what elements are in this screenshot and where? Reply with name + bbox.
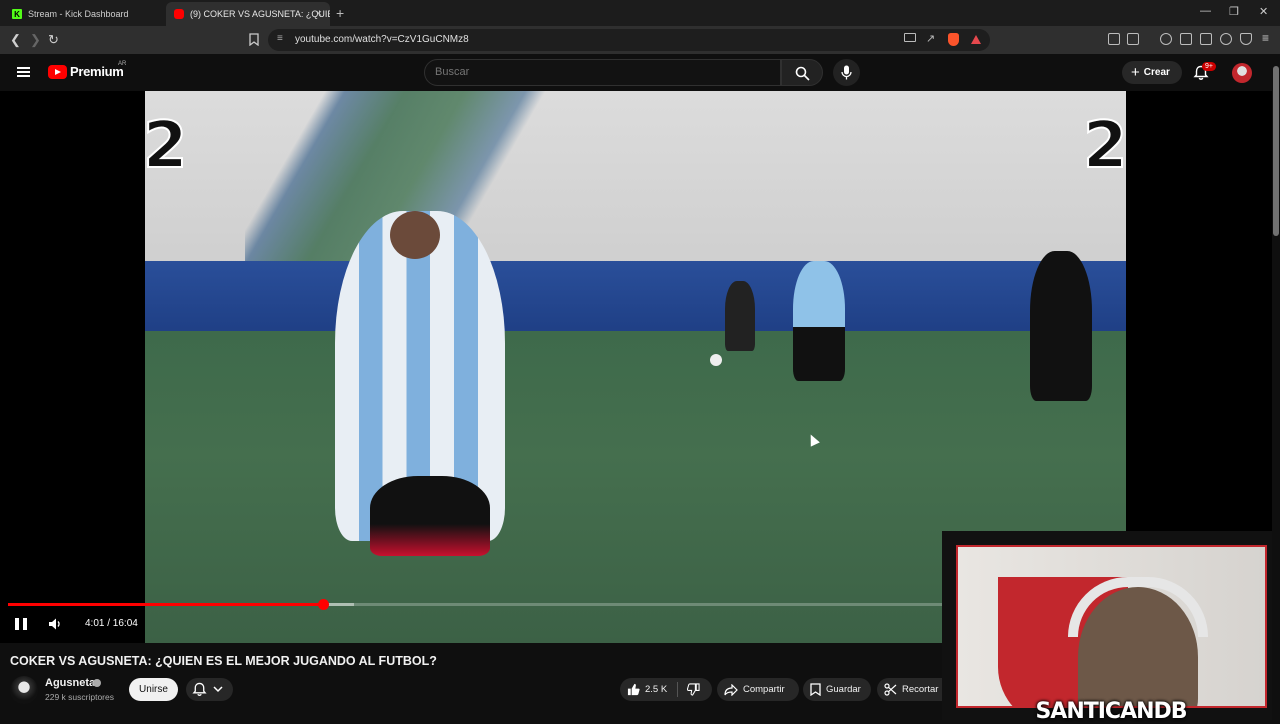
save-bookmark-icon bbox=[810, 683, 821, 696]
like-dislike-group: 2.5 K bbox=[620, 678, 712, 701]
tab-youtube-video[interactable]: (9) COKER VS AGUSNETA: ¿QUIEN × bbox=[166, 2, 330, 26]
player-black-shirt bbox=[1030, 251, 1092, 401]
youtube-header: Premium AR + Crear 9+ bbox=[0, 54, 1280, 91]
bookmark-icon[interactable] bbox=[249, 33, 259, 46]
bell-icon bbox=[192, 682, 207, 696]
search-input[interactable] bbox=[435, 66, 765, 78]
voice-search-button[interactable] bbox=[833, 59, 860, 86]
reload-icon[interactable]: ↻ bbox=[48, 32, 59, 48]
kick-icon: K bbox=[12, 9, 22, 19]
share-button[interactable]: Compartir bbox=[717, 678, 799, 701]
progress-scrubber[interactable] bbox=[317, 599, 329, 610]
brave-rewards-icon[interactable] bbox=[971, 35, 981, 44]
url-text: youtube.com/watch?v=CzV1GuCNMz8 bbox=[295, 34, 469, 45]
search-box[interactable] bbox=[424, 59, 781, 86]
account-avatar[interactable] bbox=[1232, 63, 1252, 83]
sidebar-icon[interactable] bbox=[1127, 33, 1139, 45]
like-divider bbox=[677, 682, 679, 697]
football bbox=[710, 354, 722, 366]
extensions-icon[interactable] bbox=[1108, 33, 1120, 45]
address-bar[interactable]: ≡ youtube.com/watch?v=CzV1GuCNMz8 ↗ bbox=[268, 29, 990, 51]
forward-icon[interactable]: ❯ bbox=[30, 32, 41, 48]
like-count[interactable]: 2.5 K bbox=[645, 684, 667, 695]
share-page-icon[interactable]: ↗ bbox=[926, 32, 935, 45]
pause-button[interactable] bbox=[15, 618, 27, 630]
plus-icon: + bbox=[1131, 64, 1140, 81]
channel-avatar[interactable] bbox=[10, 676, 38, 704]
hamburger-menu-icon[interactable] bbox=[17, 67, 30, 77]
browser-menu-icon[interactable]: ≡ bbox=[1262, 31, 1274, 45]
browser-toolbar: ❮ ❯ ↻ ≡ youtube.com/watch?v=CzV1GuCNMz8 … bbox=[0, 26, 1280, 54]
dislike-icon[interactable] bbox=[687, 683, 700, 696]
player-blue-shirt bbox=[793, 261, 845, 381]
new-tab-button[interactable]: + bbox=[336, 5, 344, 21]
save-label: Guardar bbox=[826, 684, 861, 695]
leo-ai-icon[interactable] bbox=[1220, 33, 1232, 45]
scrollbar-thumb[interactable] bbox=[1273, 66, 1279, 236]
notification-count-badge: 9+ bbox=[1202, 62, 1216, 71]
media-icon[interactable] bbox=[1160, 33, 1172, 45]
youtube-icon bbox=[174, 9, 184, 19]
brave-shield-icon[interactable] bbox=[948, 33, 959, 46]
share-icon bbox=[724, 683, 738, 696]
maximize-icon[interactable]: ❐ bbox=[1229, 5, 1239, 18]
player-shorts bbox=[370, 476, 490, 556]
wallet-icon[interactable] bbox=[1200, 33, 1212, 45]
vpn-icon[interactable] bbox=[1240, 33, 1252, 45]
search-icon bbox=[795, 66, 810, 81]
site-info-icon[interactable]: ≡ bbox=[277, 34, 287, 44]
create-label: Crear bbox=[1143, 67, 1170, 78]
overlay-score-right: 2 bbox=[1082, 108, 1126, 184]
minimize-icon[interactable]: — bbox=[1200, 5, 1211, 17]
scissors-icon bbox=[884, 683, 897, 696]
channel-name[interactable]: Agusneta bbox=[45, 677, 95, 689]
reading-list-icon[interactable] bbox=[1180, 33, 1192, 45]
verified-badge-icon bbox=[93, 679, 101, 687]
progress-played bbox=[8, 603, 323, 606]
subscriber-count: 229 k suscriptores bbox=[45, 692, 114, 702]
tab-title: (9) COKER VS AGUSNETA: ¿QUIEN bbox=[190, 9, 330, 19]
join-button[interactable]: Unirse bbox=[129, 678, 178, 701]
streamer-name: SANTICANDB bbox=[1035, 699, 1187, 724]
clip-label: Recortar bbox=[902, 684, 939, 695]
share-label: Compartir bbox=[743, 684, 785, 695]
subscribed-notification-button[interactable] bbox=[186, 678, 233, 701]
save-button[interactable]: Guardar bbox=[803, 678, 871, 701]
chevron-down-icon bbox=[213, 686, 223, 693]
close-tab-icon[interactable]: × bbox=[316, 8, 322, 20]
create-button[interactable]: + Crear bbox=[1122, 61, 1182, 84]
window-close-icon[interactable]: ✕ bbox=[1259, 5, 1268, 18]
cast-icon[interactable] bbox=[904, 33, 916, 42]
search-button[interactable] bbox=[781, 59, 823, 86]
video-scene-pads bbox=[145, 261, 1126, 333]
page-scrollbar[interactable] bbox=[1272, 54, 1280, 720]
country-code: AR bbox=[118, 61, 127, 67]
browser-tabstrip: K Stream - Kick Dashboard (9) COKER VS A… bbox=[0, 0, 1280, 26]
time-display: 4:01 / 16:04 bbox=[85, 618, 138, 629]
player-head bbox=[390, 211, 440, 259]
back-icon[interactable]: ❮ bbox=[10, 32, 21, 48]
tab-kick-dashboard[interactable]: K Stream - Kick Dashboard bbox=[4, 2, 164, 26]
streamer-webcam-overlay: SANTICANDB bbox=[942, 531, 1280, 724]
youtube-logo-icon[interactable] bbox=[48, 65, 67, 79]
microphone-icon bbox=[841, 65, 852, 80]
tab-title: Stream - Kick Dashboard bbox=[28, 9, 129, 19]
like-icon[interactable] bbox=[627, 683, 640, 696]
webcam-frame bbox=[956, 545, 1267, 708]
youtube-premium-logo[interactable]: Premium bbox=[70, 64, 124, 79]
overlay-score-left: 2 bbox=[145, 108, 189, 184]
video-title: COKER VS AGUSNETA: ¿QUIEN ES EL MEJOR JU… bbox=[10, 654, 437, 668]
player-background bbox=[725, 281, 755, 351]
volume-icon[interactable] bbox=[48, 617, 62, 631]
